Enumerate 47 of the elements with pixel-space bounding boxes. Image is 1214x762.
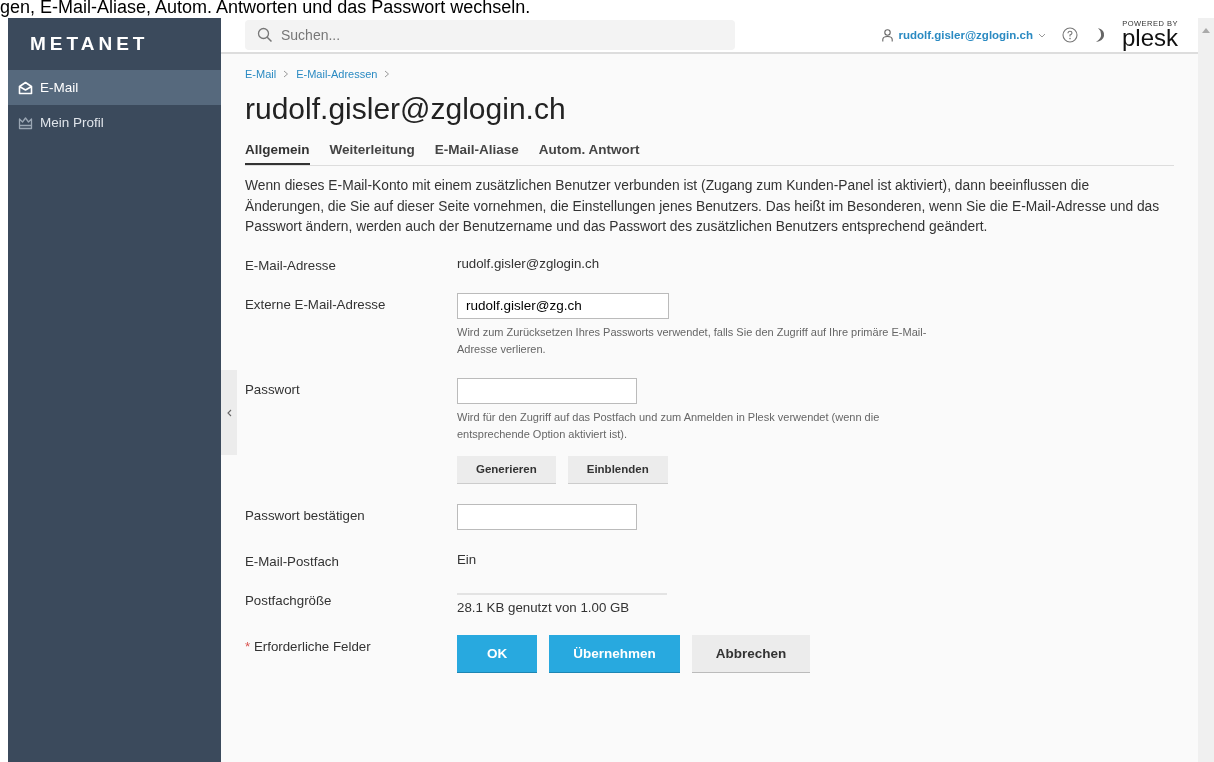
required-note: Erforderliche Felder — [253, 638, 371, 654]
form-button[interactable]: Abbrechen — [691, 634, 811, 673]
hint-text: Wird zum Zurücksetzen Ihres Passworts verwendet, falls Sie den Zugriff auf Ihre primäre E-Mail-Adresse verlieren. — [457, 324, 927, 357]
chevron-left-icon — [226, 408, 232, 417]
chevron-right-icon — [384, 70, 391, 78]
search-icon — [257, 27, 273, 43]
action-button[interactable]: Generieren — [457, 455, 556, 484]
page-title: rudolf.gisler@zglogin.ch — [245, 92, 567, 126]
tab[interactable]: Allgemein — [245, 142, 310, 165]
description-text: Wenn dieses E-Mail-Konto mit einem zusätzlichen Benutzer verbunden ist (Zugang zum Kunden-Panel ist aktiviert), dann beeinflussen die Änderungen, die Sie auf dieser Seite vornehmen, die Einstellungen jenes Benutzers. Das heißt im Besonderen, wenn Sie die E-Mail-Adresse und das Passwort ändern, werden auch der Benutzername und das Passwort des zusätzlichen Benutzers entsprechend geändert. — [245, 177, 1161, 236]
user-menu[interactable]: rudolf.gisler@zglogin.ch — [882, 28, 1046, 42]
required-mark: * — [245, 638, 251, 654]
field-label: E-Mail-Postfach — [245, 552, 340, 569]
password-field[interactable] — [457, 503, 637, 530]
field-label: E-Mail-Adresse — [245, 256, 337, 273]
tab[interactable]: E-Mail-Aliase — [434, 142, 519, 165]
tab[interactable]: Autom. Antwort — [538, 142, 640, 165]
hint-text: Wird für den Zugriff auf das Postfach und zum Anmelden in Plesk verwendet (wenn die entsprechende Option aktiviert ist). — [457, 409, 881, 442]
chevron-down-icon — [1037, 32, 1046, 38]
sidebar-label: E-Mail — [40, 80, 79, 95]
search-field[interactable]: Suchen... — [245, 20, 735, 50]
help-icon[interactable] — [1061, 27, 1078, 43]
user-icon — [882, 28, 894, 42]
breadcrumb-link[interactable]: E-Mail — [245, 68, 277, 80]
envelope-icon — [18, 80, 33, 95]
field-label: Passwort — [245, 380, 301, 399]
password-field[interactable] — [457, 377, 637, 404]
scrollbar[interactable] — [1198, 18, 1214, 762]
sidebar-item[interactable]: Mein Profil — [8, 105, 221, 140]
field-value: Ein — [457, 550, 477, 567]
logo: METANET — [29, 32, 150, 56]
scroll-up-icon[interactable] — [1202, 28, 1210, 33]
field-label: Passwort bestätigen — [245, 506, 366, 525]
field-label: Postfachgröße — [245, 591, 333, 610]
caption-text: gen, E-Mail-Aliase, Autom. Antworten und das Passwort wechseln. — [0, 0, 532, 18]
chevron-right-icon — [283, 70, 290, 78]
tab[interactable]: Weiterleitung — [329, 142, 415, 165]
field-label: Externe E-Mail-Adresse — [245, 295, 387, 314]
field-value: rudolf.gisler@zglogin.ch — [457, 254, 600, 271]
crown-icon — [18, 115, 33, 130]
breadcrumb-link[interactable]: E-Mail-Adressen — [296, 68, 378, 80]
collapse-handle[interactable] — [221, 370, 237, 455]
action-button[interactable]: Einblenden — [567, 455, 668, 484]
sidebar-label: Mein Profil — [40, 115, 104, 130]
sidebar-item[interactable]: E-Mail — [8, 70, 221, 105]
usage-text: 28.1 KB genutzt von 1.00 GB — [457, 599, 630, 615]
input-field[interactable]: rudolf.gisler@zg.ch — [457, 292, 669, 319]
